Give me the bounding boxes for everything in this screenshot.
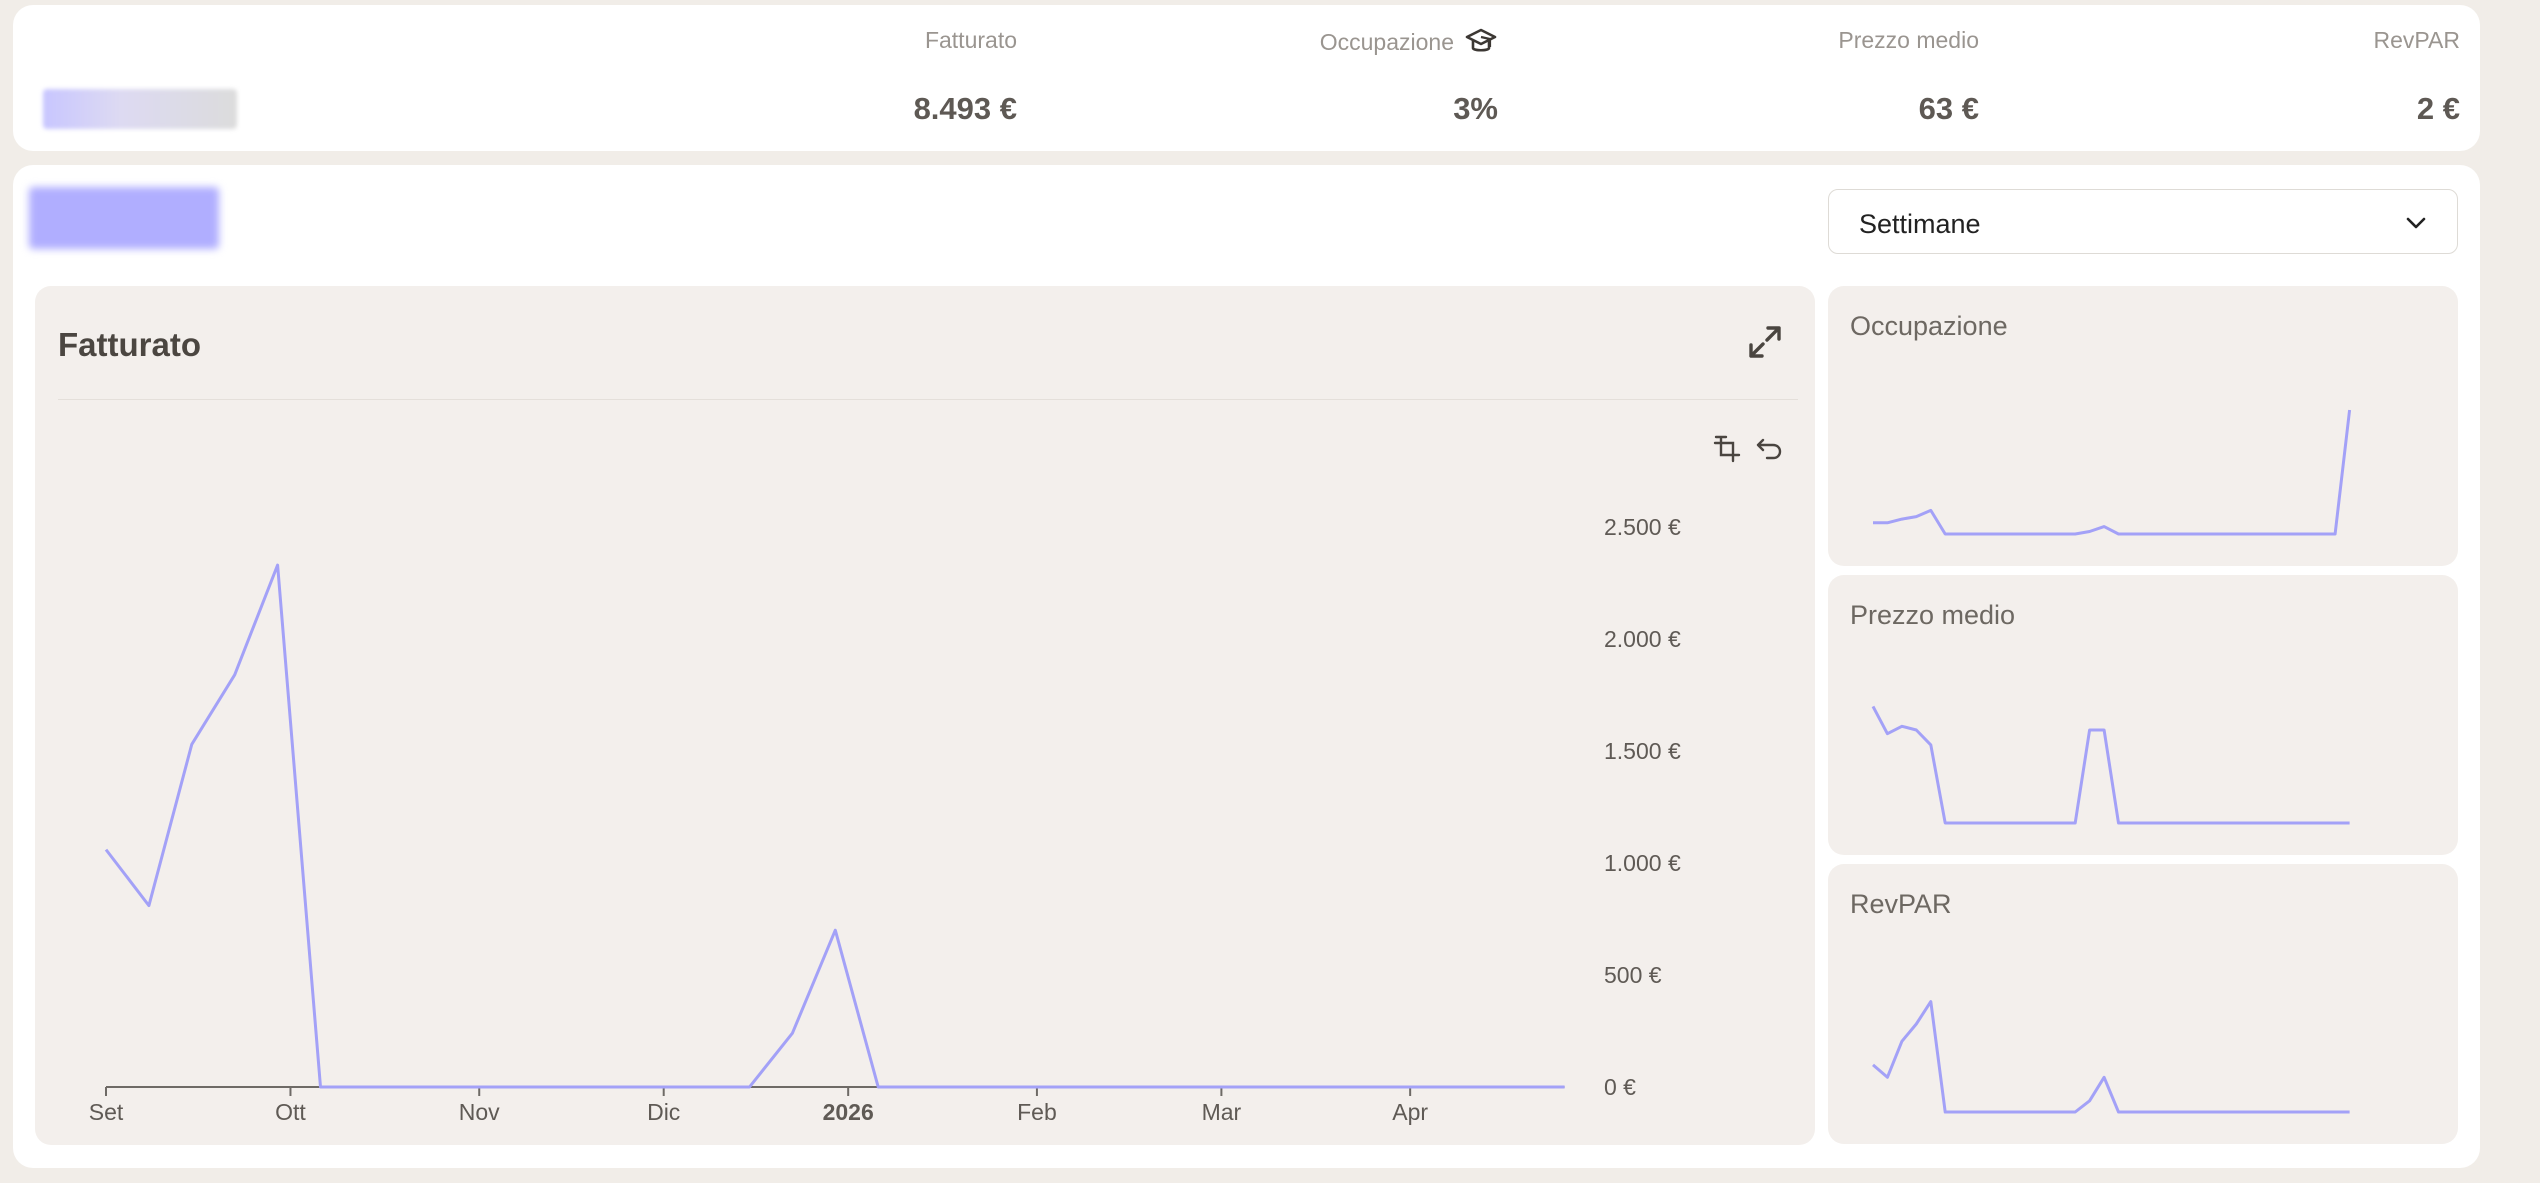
period-select[interactable]: Settimane — [1828, 189, 2458, 254]
metric-value: 63 € — [1918, 91, 1979, 126]
y-tick-label: 2.000 € — [1604, 626, 1681, 652]
metric-label: Occupazione — [1320, 27, 1498, 57]
x-tick-label: 2026 — [823, 1099, 874, 1125]
metric-label: RevPAR — [2373, 27, 2461, 53]
metric-value: 3% — [1453, 91, 1498, 126]
x-tick-label: Apr — [1392, 1099, 1428, 1125]
y-tick-label: 1.000 € — [1604, 850, 1681, 876]
property-name-redacted — [43, 89, 237, 129]
mini-chart-title: RevPAR — [1850, 889, 1952, 919]
y-tick-label: 0 € — [1604, 1074, 1636, 1100]
mini-series-line — [1872, 1000, 2350, 1114]
occupancy-mini-chart-card: Occupazione — [1828, 286, 2458, 566]
revenue-chart-card: Set Ott Nov Dic 2026 Feb Mar Apr 0 € 500 € 1.000 €… — [35, 286, 1815, 1145]
x-tick-label: Nov — [459, 1099, 500, 1125]
x-tick-label: Feb — [1017, 1099, 1057, 1125]
chevron-down-icon — [2406, 217, 2426, 229]
chart-divider — [58, 399, 1798, 400]
x-tick-label: Set — [89, 1099, 124, 1125]
metric-value: 2 € — [2416, 91, 2460, 126]
y-tick-label: 2.500 € — [1604, 514, 1681, 540]
graduation-cap-icon[interactable] — [1464, 27, 1498, 57]
mini-series-line — [1871, 705, 2350, 825]
y-tick-label: 500 € — [1604, 962, 1662, 988]
y-tick-label: 1.500 € — [1604, 738, 1681, 764]
metric-value: 8.493 € — [913, 91, 1017, 126]
zoom-area-icon[interactable] — [1712, 434, 1742, 464]
mini-chart-title: Occupazione — [1850, 311, 2008, 341]
undo-icon[interactable] — [1754, 434, 1784, 464]
revenue-series-line — [104, 563, 1565, 1089]
x-tick-label: Ott — [275, 1099, 306, 1125]
period-select-value: Settimane — [1859, 209, 1981, 239]
analytics-panel: Settimane Set Ott Nov Dic 2026 Feb Mar Apr 0 € 50… — [13, 165, 2480, 1168]
x-tick-label: Dic — [647, 1099, 680, 1125]
avg-price-mini-chart-card: Prezzo medio — [1828, 575, 2458, 855]
mini-chart-title: Prezzo medio — [1850, 600, 2016, 630]
revenue-chart: Set Ott Nov Dic 2026 Feb Mar Apr 0 € 500 € 1.000 €… — [89, 514, 1681, 1125]
expand-icon[interactable] — [1747, 324, 1783, 360]
mini-series-line — [1873, 409, 2352, 536]
x-tick-label: Mar — [1202, 1099, 1242, 1125]
metric-label: Fatturato — [924, 27, 1017, 53]
metric-label: Prezzo medio — [1838, 27, 1979, 53]
chart-title: Fatturato — [58, 326, 201, 363]
summary-card: Fatturato 8.493 € Occupazione 3% Prezzo … — [13, 5, 2480, 151]
revpar-mini-chart-card: RevPAR — [1828, 864, 2458, 1144]
panel-title-redacted — [29, 187, 219, 249]
